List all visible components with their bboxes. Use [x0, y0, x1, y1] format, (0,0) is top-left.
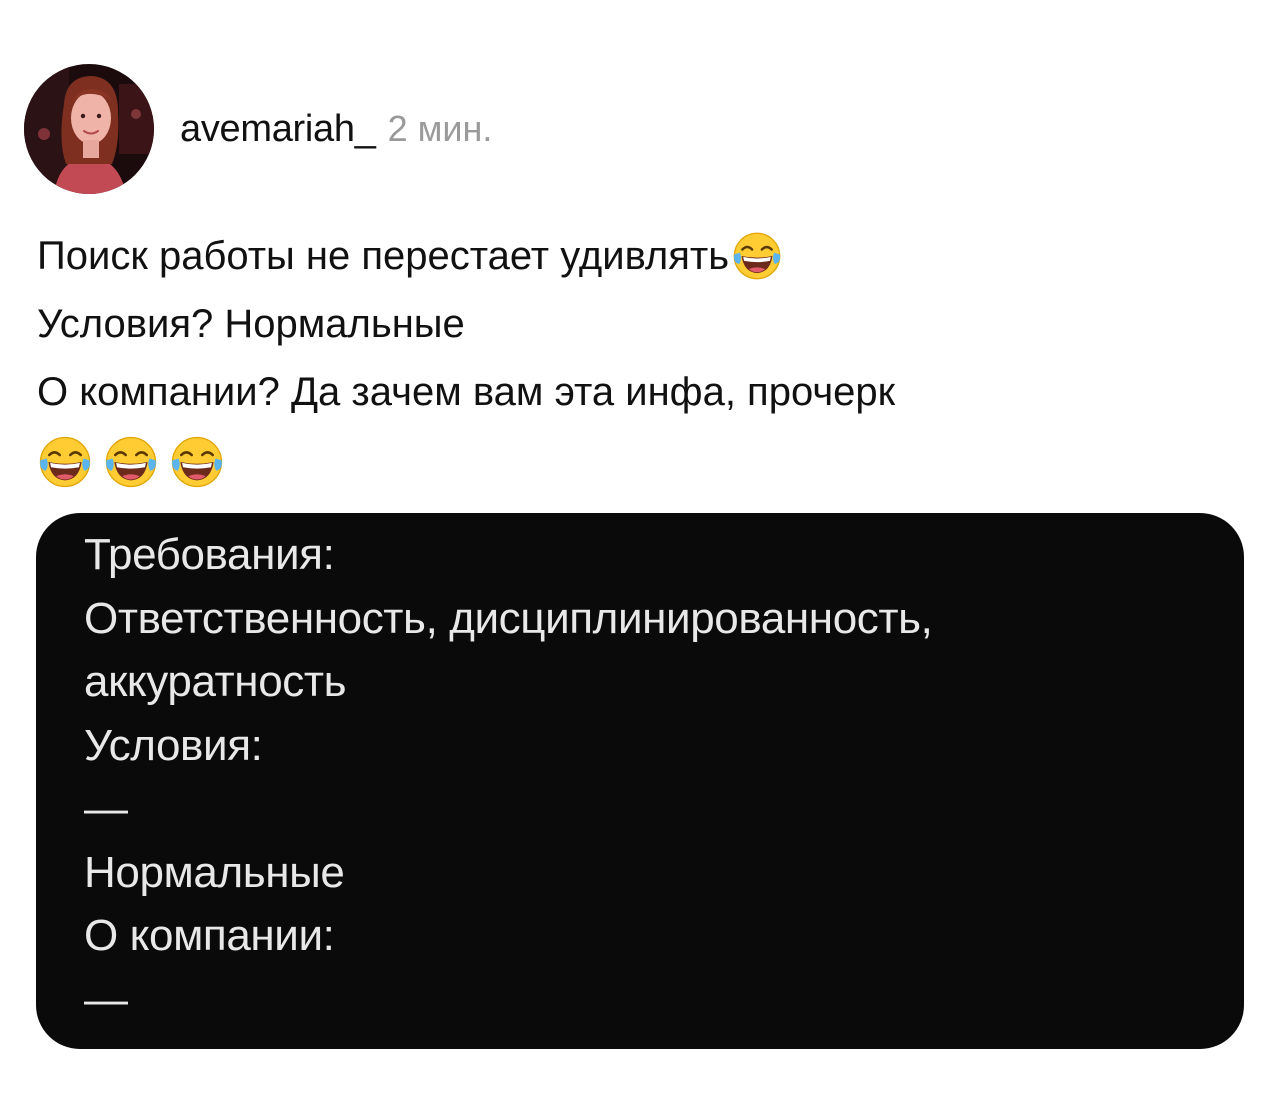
face-with-tears-of-joy-icon [103, 434, 159, 490]
screenshot-text: Требования: Ответственность, дисциплинир… [84, 523, 933, 1031]
post-line-text: Условия? Нормальные [37, 302, 465, 346]
post-text: Поиск работы не перестает удивлять Услов… [37, 222, 1237, 498]
post-line: Поиск работы не перестает удивлять [37, 222, 1237, 290]
post-line-text: Поиск работы не перестает удивлять [37, 234, 730, 278]
screenshot-line: О компании: [84, 911, 335, 960]
post-header: avemariah_ 2 мин. [24, 64, 492, 194]
screenshot-line: Требования: [84, 530, 335, 579]
post-line-text: О компании? Да зачем вам эта инфа, проче… [37, 370, 896, 414]
username-link[interactable]: avemariah_ [180, 108, 376, 151]
screenshot-line: — [84, 974, 128, 1024]
post-line: Условия? Нормальные [37, 290, 1237, 358]
post-time: 2 мин. [387, 107, 493, 149]
avatar-image [24, 64, 154, 194]
screenshot-line: аккуратность [84, 657, 347, 706]
emoji-row [37, 426, 1237, 498]
post-line: О компании? Да зачем вам эта инфа, проче… [37, 358, 1237, 426]
face-with-tears-of-joy-icon [37, 434, 93, 490]
screenshot-line: — [84, 784, 128, 833]
face-with-tears-of-joy-icon [731, 230, 783, 282]
face-with-tears-of-joy-icon [169, 434, 225, 490]
attached-screenshot[interactable]: Требования: Ответственность, дисциплинир… [36, 513, 1244, 1049]
screenshot-line: Условия: [84, 720, 263, 770]
screenshot-line: Нормальные [84, 847, 345, 897]
avatar[interactable] [24, 64, 154, 194]
post-meta: avemariah_ 2 мин. [180, 108, 492, 151]
screenshot-line: Ответственность, дисциплинированность, [84, 593, 933, 643]
